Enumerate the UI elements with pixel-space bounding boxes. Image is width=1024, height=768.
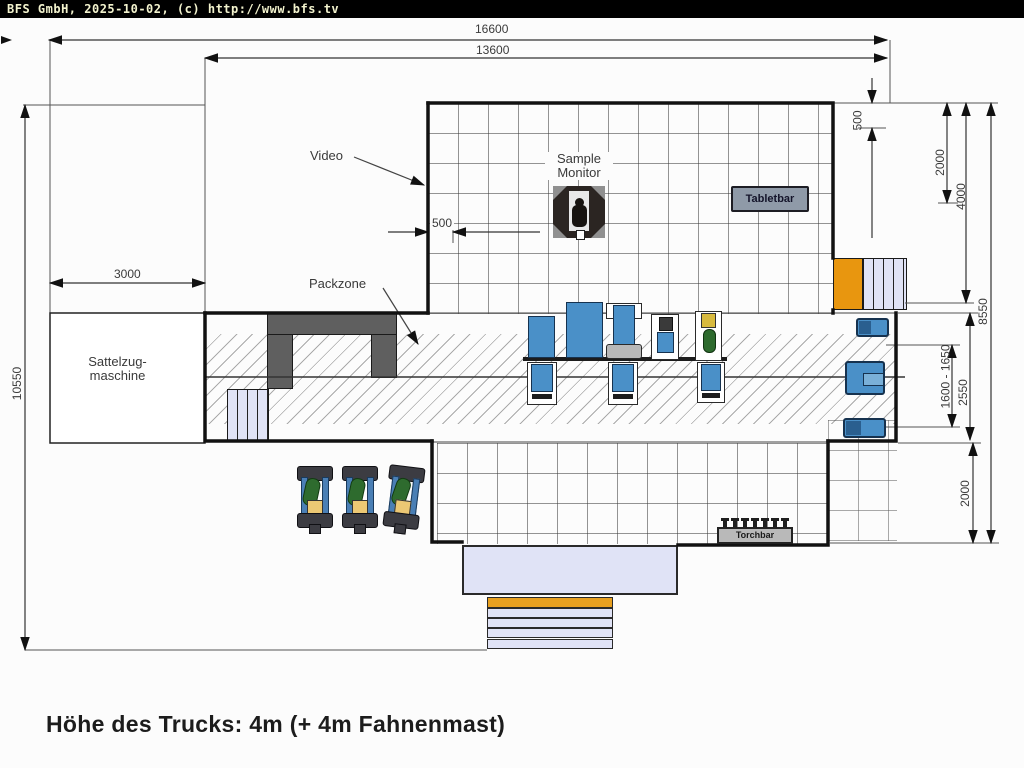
bay-1-truck <box>531 364 553 392</box>
floorplan-page: BFS GmbH, 2025-10-02, (c) http://www.bfs… <box>0 0 1024 768</box>
barstool-icon <box>723 518 727 527</box>
portal-right-leg <box>371 334 397 378</box>
caption-text: Höhe des Trucks: 4m (+ 4m Fahnenmast) <box>46 711 505 738</box>
portal-left-leg <box>267 334 293 389</box>
torchbar-label: Torchbar <box>736 530 774 540</box>
machine-5-seat <box>701 313 716 328</box>
stage-step <box>487 608 613 618</box>
dim-10550: 10550 <box>11 365 24 402</box>
stage <box>462 545 678 595</box>
bay-2-wheels <box>613 394 633 399</box>
machine-blue-1 <box>528 316 555 358</box>
stage-step <box>487 618 613 628</box>
car-small-bottom <box>843 418 886 438</box>
stairs-right <box>863 258 907 310</box>
stage-step-orange <box>487 597 613 608</box>
dim-truck-width: 1600 - 1650 <box>940 342 953 410</box>
dim-500-right: 500 <box>852 108 865 132</box>
label-sattelzug-line2: maschine <box>60 369 175 383</box>
stairs-left <box>227 389 269 441</box>
bay-2-truck <box>612 364 634 392</box>
barstool-icon <box>733 518 737 527</box>
sample-monitor-icon <box>553 186 605 238</box>
bay-3-truck <box>701 364 721 391</box>
car-small-top <box>856 318 889 337</box>
machine-blue-2 <box>566 302 603 358</box>
torchbar: Torchbar <box>717 527 793 544</box>
titlebar: BFS GmbH, 2025-10-02, (c) http://www.bfs… <box>0 0 1024 18</box>
barstool-icon <box>763 518 767 527</box>
dim-8550: 8550 <box>977 296 990 327</box>
dim-2000-top: 2000 <box>934 147 947 178</box>
dim-2000-bottom: 2000 <box>959 478 972 509</box>
stage-step <box>487 639 613 649</box>
dim-2550: 2550 <box>957 377 970 408</box>
bay-1-wheels <box>532 394 552 399</box>
dim-16600: 16600 <box>473 23 510 36</box>
titlebar-text: BFS GmbH, 2025-10-02, (c) http://www.bfs… <box>7 2 339 16</box>
machine-5-driver <box>703 329 716 353</box>
barstool-icon <box>773 518 777 527</box>
label-packzone: Packzone <box>309 277 366 291</box>
dim-13600: 13600 <box>474 44 511 57</box>
dim-500-wall: 500 <box>430 217 454 230</box>
machine-3-gray-foot <box>606 344 642 359</box>
dim-3000: 3000 <box>112 268 143 281</box>
forklift-3 <box>381 464 424 530</box>
forklift-1 <box>296 466 332 528</box>
label-sattelzug: Sattelzug- maschine <box>60 355 175 383</box>
tabletbar: Tabletbar <box>731 186 809 212</box>
stage-step <box>487 628 613 638</box>
label-sample-line1: Sample <box>545 152 613 166</box>
barstool-icon <box>783 518 787 527</box>
label-sample-monitor: Sample Monitor <box>545 152 613 180</box>
label-video: Video <box>310 149 343 163</box>
portal-top <box>267 312 397 335</box>
dim-4000: 4000 <box>955 181 968 212</box>
machine-4-top <box>659 317 673 331</box>
annex-orange-box <box>833 258 863 310</box>
barstool-icon <box>753 518 757 527</box>
label-sample-line2: Monitor <box>545 166 613 180</box>
barstool-icon <box>743 518 747 527</box>
label-sattelzug-line1: Sattelzug- <box>60 355 175 369</box>
right-annex-grid <box>828 420 897 541</box>
car-large-middle <box>845 361 885 395</box>
tabletbar-label: Tabletbar <box>746 193 795 205</box>
bay-3-wheels <box>702 393 720 398</box>
machine-4-body <box>657 332 674 353</box>
forklift-2 <box>341 466 377 528</box>
